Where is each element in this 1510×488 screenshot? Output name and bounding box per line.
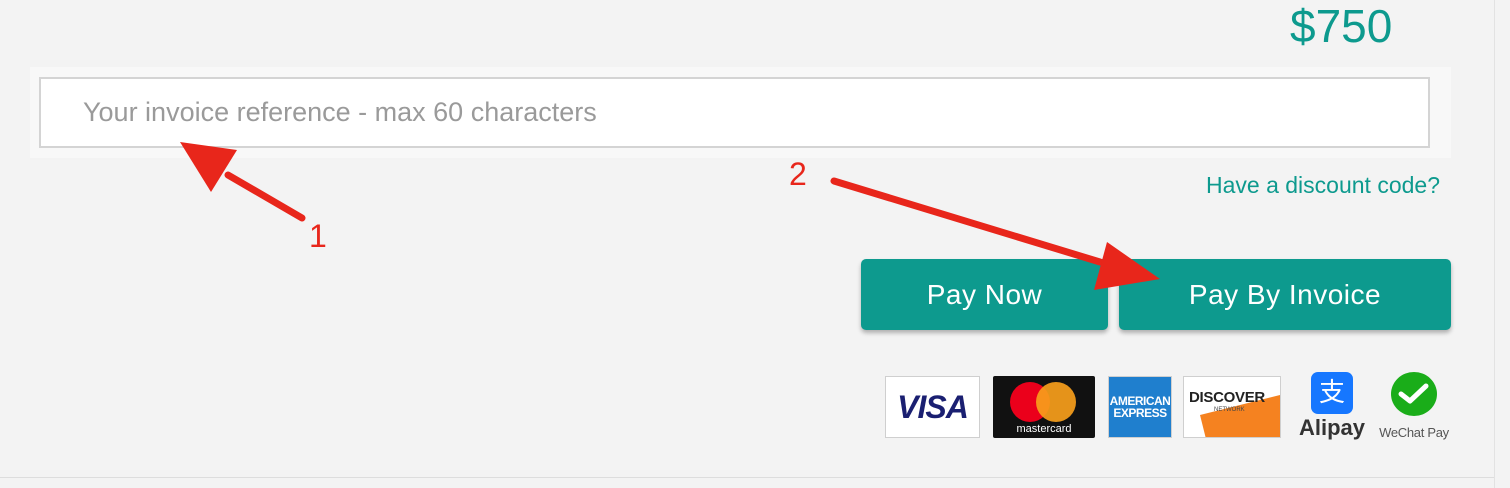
amex-logo: AMERICAN EXPRESS: [1108, 376, 1172, 438]
wechat-pay-logo: WeChat Pay: [1374, 370, 1454, 442]
pay-now-button[interactable]: Pay Now: [861, 259, 1108, 330]
right-edge-divider: [1494, 0, 1495, 488]
bottom-edge-divider: [0, 477, 1494, 478]
discount-code-link[interactable]: Have a discount code?: [1206, 172, 1440, 199]
annotation-marker-1: 1: [309, 218, 327, 254]
mastercard-logo-text: mastercard: [1016, 423, 1072, 435]
annotation-arrow-1-shaft: [224, 171, 306, 222]
invoice-reference-input[interactable]: [39, 77, 1430, 148]
discover-logo-text: DISCOVER: [1189, 389, 1265, 406]
mastercard-logo: mastercard: [993, 376, 1095, 438]
visa-logo: VISA: [885, 376, 980, 438]
wechat-pay-logo-text: WeChat Pay: [1379, 425, 1449, 440]
pay-by-invoice-button[interactable]: Pay By Invoice: [1119, 259, 1451, 330]
mastercard-orange-circle: [1036, 382, 1076, 422]
alipay-icon: 支: [1311, 372, 1353, 414]
annotation-marker-2: 2: [789, 156, 807, 192]
discover-logo: DISCOVER NETWORK: [1183, 376, 1281, 438]
alipay-logo: 支 Alipay: [1296, 370, 1368, 442]
discover-logo-subtext: NETWORK: [1214, 407, 1245, 413]
annotation-arrow-2-shaft: [830, 177, 1104, 266]
order-total: $750: [1290, 0, 1393, 52]
alipay-logo-text: Alipay: [1298, 415, 1366, 440]
wechat-pay-icon: [1391, 372, 1437, 416]
visa-logo-text: VISA: [897, 388, 969, 425]
amex-line-2: EXPRESS: [1113, 406, 1167, 420]
amex-logo-text: AMERICAN EXPRESS: [1110, 395, 1171, 419]
wechat-checkmark-icon: [1398, 383, 1429, 404]
